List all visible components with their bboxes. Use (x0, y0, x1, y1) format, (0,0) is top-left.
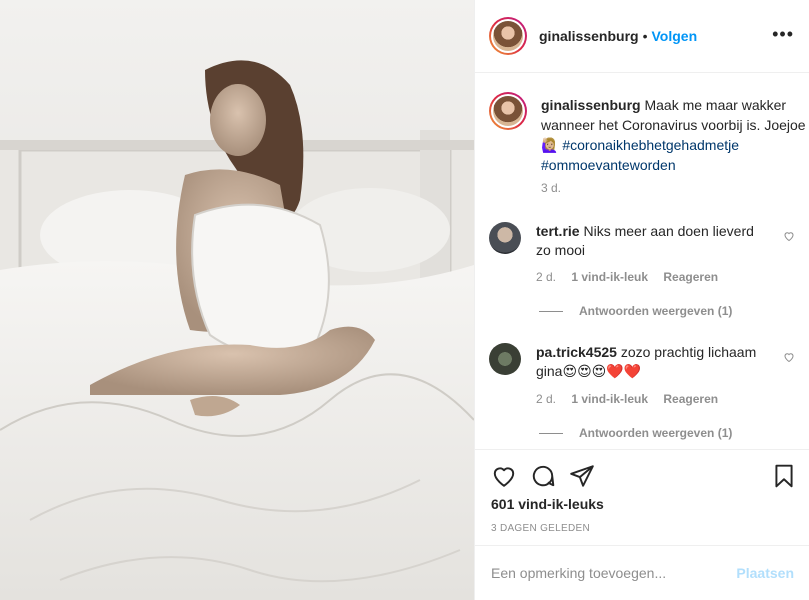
comment-text: tert.rie Niks meer aan doen lieverd zo m… (536, 222, 768, 260)
comment-meta: 2 d. 1 vind-ik-leuk Reageren (536, 270, 730, 284)
author-username[interactable]: ginalissenburg (539, 28, 639, 44)
hashtag-link[interactable]: #ommoevanteworden (541, 157, 676, 173)
comment-bubble-icon[interactable] (530, 463, 556, 489)
separator-dot: • (642, 28, 648, 44)
author-avatar[interactable] (489, 17, 527, 55)
save-bookmark-icon[interactable] (771, 463, 797, 489)
view-replies-label: Antwoorden weergeven (1) (579, 426, 733, 440)
caption-avatar[interactable] (489, 92, 527, 130)
post-actions: 601 vind-ik-leuks 3 DAGEN GELEDEN (475, 449, 809, 545)
reply-button[interactable]: Reageren (663, 270, 718, 284)
post-sidebar: ginalissenburg • Volgen ••• ginalissenbu… (474, 0, 809, 600)
view-replies-button[interactable]: Antwoorden weergeven (1) (539, 304, 732, 318)
reply-button[interactable]: Reageren (663, 392, 718, 406)
follow-button[interactable]: Volgen (651, 28, 697, 44)
post-header: ginalissenburg • Volgen ••• (475, 0, 809, 73)
post-comment-button[interactable]: Plaatsen (736, 565, 794, 581)
comment-input[interactable]: Een opmerking toevoegen... (491, 565, 736, 581)
commenter-avatar[interactable] (489, 222, 521, 254)
view-replies-label: Antwoorden weergeven (1) (579, 304, 733, 318)
comment-time[interactable]: 2 d. (536, 392, 556, 406)
post-date[interactable]: 3 DAGEN GELEDEN (491, 523, 590, 534)
comment-meta: 2 d. 1 vind-ik-leuk Reageren (536, 392, 730, 406)
caption-time[interactable]: 3 d. (541, 181, 561, 195)
instagram-post: ginalissenburg • Volgen ••• ginalissenbu… (0, 0, 809, 600)
hashtag-link[interactable]: #coronaikhebhetgehadmetje (562, 137, 739, 153)
commenter-username[interactable]: tert.rie (536, 223, 580, 239)
comment-likes[interactable]: 1 vind-ik-leuk (571, 392, 648, 406)
add-comment-bar: Een opmerking toevoegen... Plaatsen (475, 545, 809, 600)
commenter-username[interactable]: pa.trick4525 (536, 344, 617, 360)
like-comment-icon[interactable] (783, 230, 795, 242)
view-replies-button[interactable]: Antwoorden weergeven (1) (539, 426, 732, 440)
post-photo[interactable] (0, 0, 474, 600)
like-comment-icon[interactable] (783, 351, 795, 363)
caption-text: ginalissenburg Maak me maar wakker wanne… (541, 95, 806, 175)
comment-likes[interactable]: 1 vind-ik-leuk (571, 270, 648, 284)
comment-time[interactable]: 2 d. (536, 270, 556, 284)
like-count[interactable]: 601 vind-ik-leuks (491, 496, 604, 512)
like-heart-icon[interactable] (491, 463, 517, 489)
commenter-avatar[interactable] (489, 343, 521, 375)
more-options-icon[interactable]: ••• (772, 25, 794, 43)
comment-text: pa.trick4525 zozo prachtig lichaam gina😍… (536, 343, 768, 381)
post-image (0, 0, 474, 600)
caption-username[interactable]: ginalissenburg (541, 97, 641, 113)
share-send-icon[interactable] (569, 463, 595, 489)
